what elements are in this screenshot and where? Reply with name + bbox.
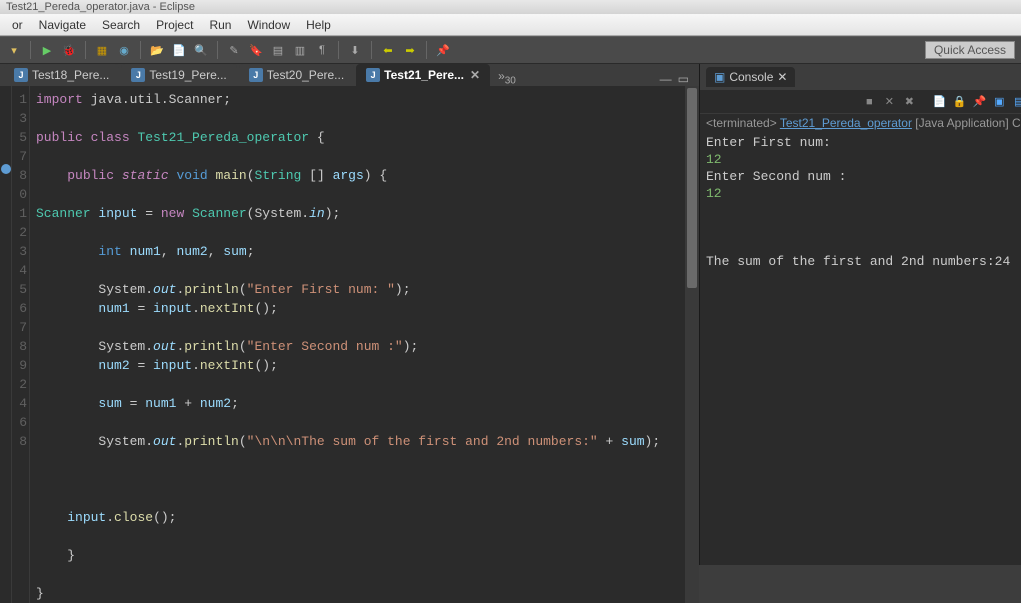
open-console-icon[interactable]: ▤ [1011, 94, 1021, 110]
bookmark-icon[interactable]: 🔖 [248, 42, 264, 58]
toggle-block-icon[interactable]: ▥ [292, 42, 308, 58]
console-status: <terminated> Test21_Pereda_operator [Jav… [700, 114, 1021, 132]
vertical-scrollbar[interactable] [685, 86, 699, 603]
code-area[interactable]: import java.util.Scanner; public class T… [30, 86, 685, 603]
pin-icon[interactable]: 📌 [435, 42, 451, 58]
java-file-icon: J [14, 68, 28, 82]
menu-run[interactable]: Run [201, 16, 239, 34]
editor-tab-3[interactable]: J Test21_Pere... ✕ [356, 64, 490, 86]
new-package-icon[interactable]: ▦ [94, 42, 110, 58]
menu-bar: orNavigateSearchProjectRunWindowHelp [0, 14, 1021, 36]
tab-label: Test21_Pere... [384, 68, 464, 82]
console-icon: ▣ [714, 70, 725, 84]
tab-label: Test19_Pere... [149, 68, 226, 82]
close-icon[interactable]: ✕ [777, 70, 787, 84]
toggle-mark-icon[interactable]: ✎ [226, 42, 242, 58]
menu-navigate[interactable]: Navigate [31, 16, 94, 34]
open-type-icon[interactable]: 📂 [149, 42, 165, 58]
java-file-icon: J [131, 68, 145, 82]
show-list-icon[interactable]: »30 [498, 69, 516, 86]
breakpoint-marker[interactable] [1, 164, 11, 174]
line-number-gutter: 1 3 5 7 8 0 1 2 3 4 5 6 7 8 9 2 4 6 8 [12, 86, 30, 603]
menu-window[interactable]: Window [239, 16, 298, 34]
minimize-icon[interactable]: — [660, 72, 672, 86]
forward-icon[interactable]: ➡ [402, 42, 418, 58]
java-file-icon: J [366, 68, 380, 82]
clear-console-icon[interactable]: 📄 [931, 94, 947, 110]
main-toolbar: ▾ ▶ 🐞 ▦ ◉ 📂 📄 🔍 ✎ 🔖 ▤ ▥ ¶ ⬇ ⬅ ➡ 📌 Quick … [0, 36, 1021, 64]
debug-icon[interactable]: 🐞 [61, 42, 77, 58]
remove-launch-icon[interactable]: ✕ [881, 94, 897, 110]
tab-overflow[interactable]: »30 [498, 69, 516, 86]
menu-help[interactable]: Help [298, 16, 339, 34]
scroll-lock-icon[interactable]: 🔒 [951, 94, 967, 110]
scrollbar-thumb[interactable] [687, 88, 697, 288]
menu-project[interactable]: Project [148, 16, 201, 34]
marker-column [0, 86, 12, 603]
console-tab[interactable]: ▣ Console ✕ [706, 67, 795, 87]
close-icon[interactable]: ✕ [470, 68, 480, 82]
java-file-icon: J [249, 68, 263, 82]
editor-body[interactable]: 1 3 5 7 8 0 1 2 3 4 5 6 7 8 9 2 4 6 8 im… [0, 86, 699, 603]
remove-all-icon[interactable]: ✖ [901, 94, 917, 110]
console-toolbar: ■ ✕ ✖ 📄 🔒 📌 ▣ ▤ [700, 90, 1021, 114]
pin-console-icon[interactable]: 📌 [971, 94, 987, 110]
show-whitespace-icon[interactable]: ¶ [314, 42, 330, 58]
console-output[interactable]: Enter First num: 12Enter Second num :12 … [700, 132, 1021, 565]
terminate-icon[interactable]: ■ [861, 94, 877, 110]
outline-icon[interactable]: ▤ [270, 42, 286, 58]
editor-tabs: J Test18_Pere... J Test19_Pere... J Test20_Pe… [0, 64, 699, 86]
window-title: Test21_Pereda_operator.java - Eclipse [0, 0, 1021, 14]
search-icon[interactable]: 🔍 [193, 42, 209, 58]
tab-label: Test18_Pere... [32, 68, 109, 82]
menu-or[interactable]: or [4, 16, 31, 34]
quick-access-field[interactable]: Quick Access [925, 41, 1015, 59]
console-tab-label: Console [729, 70, 773, 84]
editor-tab-0[interactable]: J Test18_Pere... [4, 64, 119, 86]
editor-tab-2[interactable]: J Test20_Pere... [239, 64, 354, 86]
editor-tab-1[interactable]: J Test19_Pere... [121, 64, 236, 86]
run-icon[interactable]: ▶ [39, 42, 55, 58]
console-panel: ▣ Console ✕ ■ ✕ ✖ 📄 🔒 📌 ▣ ▤ <terminated>… [700, 64, 1021, 565]
display-selected-icon[interactable]: ▣ [991, 94, 1007, 110]
menu-search[interactable]: Search [94, 16, 148, 34]
maximize-icon[interactable]: ▭ [678, 72, 689, 86]
console-header: ▣ Console ✕ [700, 64, 1021, 90]
new-icon[interactable]: ▾ [6, 42, 22, 58]
next-annotation-icon[interactable]: ⬇ [347, 42, 363, 58]
terminated-label: <terminated> [706, 116, 777, 130]
launch-suffix: [Java Application] C:\ [915, 116, 1021, 130]
back-icon[interactable]: ⬅ [380, 42, 396, 58]
tab-label: Test20_Pere... [267, 68, 344, 82]
launch-link[interactable]: Test21_Pereda_operator [780, 116, 912, 130]
new-class-icon[interactable]: ◉ [116, 42, 132, 58]
open-task-icon[interactable]: 📄 [171, 42, 187, 58]
editor-panel: J Test18_Pere... J Test19_Pere... J Test20_Pe… [0, 64, 700, 565]
